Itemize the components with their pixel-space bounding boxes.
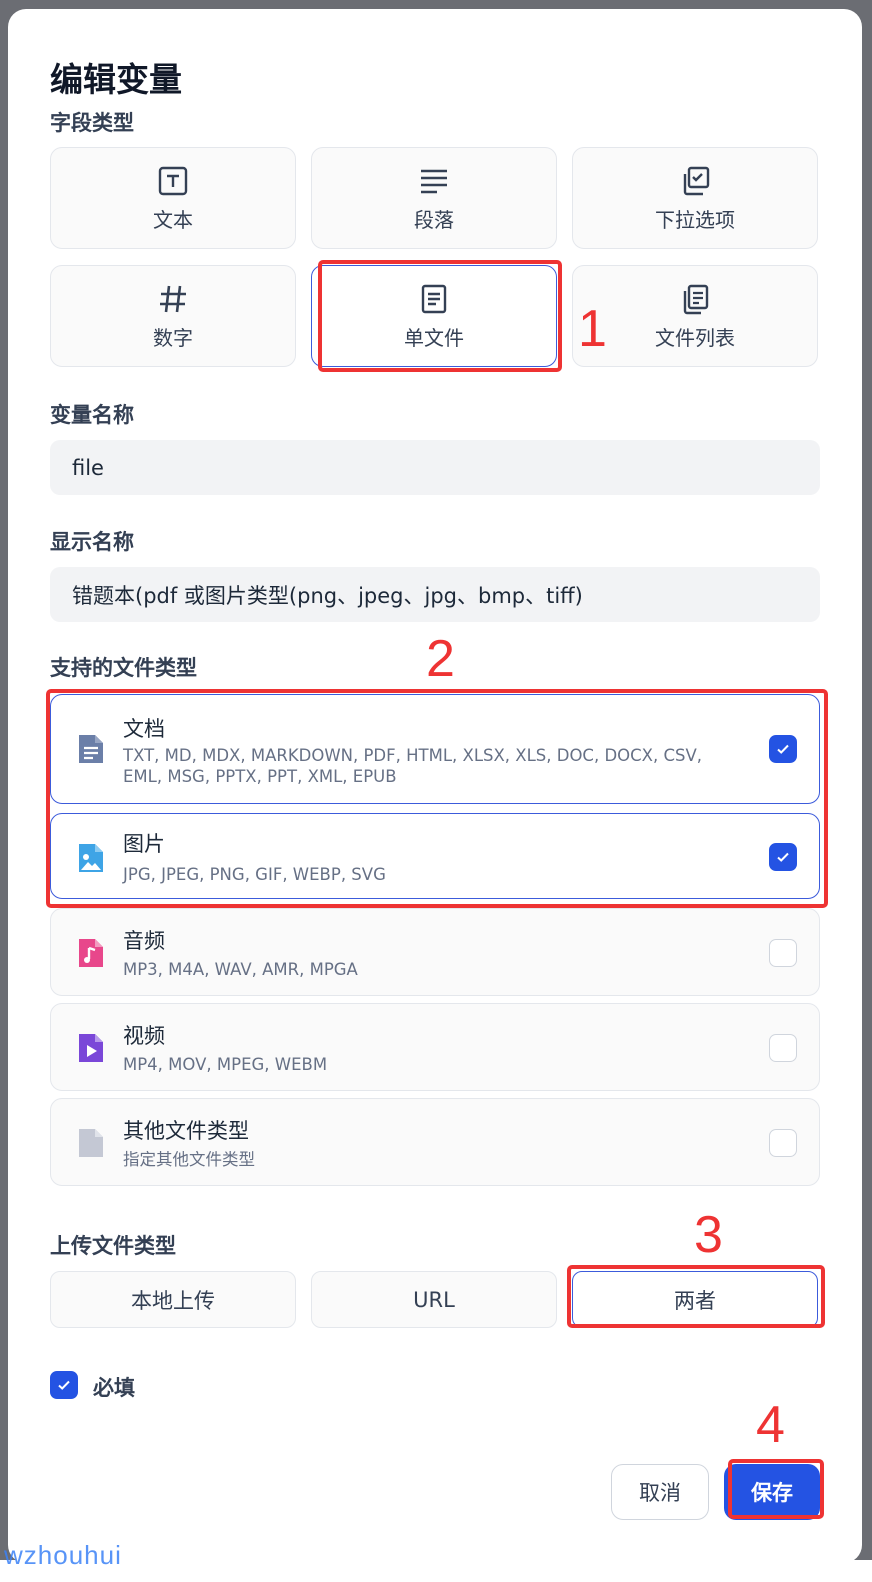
check-icon [777,852,789,862]
paragraph-lines-icon [417,164,451,198]
audio-icon [77,937,105,969]
file-type-document-checkbox[interactable] [769,735,797,763]
file-types-label: 支持的文件类型 [50,656,197,680]
display-name-label: 显示名称 [50,530,134,554]
page-backdrop-bottom [0,1560,872,1582]
edit-variable-dialog: 编辑变量 字段类型 文本 段落 下拉选项 数字 单文件 文件列表 变量名称 fi… [8,9,862,1563]
variable-name-input[interactable]: file [50,440,820,495]
file-type-audio-checkbox[interactable] [769,939,797,967]
annotation-number-3: 3 [694,1206,723,1264]
image-icon [77,842,105,874]
annotation-number-1: 1 [578,300,607,358]
field-type-single-file-label: 单文件 [404,325,464,350]
check-icon [58,1380,70,1390]
dialog-title: 编辑变量 [50,60,182,99]
file-type-video-name: 视频 [123,1024,165,1048]
required-checkbox[interactable] [50,1371,78,1399]
save-button[interactable]: 保存 [724,1464,820,1520]
file-type-audio-desc: MP3, M4A, WAV, AMR, MPGA [123,960,358,979]
file-type-image-checkbox[interactable] [769,843,797,871]
field-type-file-list[interactable]: 文件列表 [572,265,818,367]
field-type-number-label: 数字 [153,325,193,350]
field-type-single-file[interactable]: 单文件 [311,265,557,367]
field-type-label: 字段类型 [50,111,134,135]
hash-icon [156,282,190,316]
field-type-dropdown[interactable]: 下拉选项 [572,147,818,249]
video-icon [77,1032,105,1064]
annotation-number-4: 4 [756,1396,785,1454]
file-type-document-desc: TXT, MD, MDX, MARKDOWN, PDF, HTML, XLSX,… [123,746,702,786]
field-type-text[interactable]: 文本 [50,147,296,249]
upload-type-label: 上传文件类型 [50,1234,176,1258]
field-type-file-list-label: 文件列表 [655,325,735,350]
field-type-number[interactable]: 数字 [50,265,296,367]
file-type-audio-name: 音频 [123,929,165,953]
variable-name-label: 变量名称 [50,403,134,427]
file-type-image-name: 图片 [123,832,165,856]
annotation-number-2: 2 [426,630,455,688]
field-type-paragraph-label: 段落 [414,207,454,232]
file-type-other-name: 其他文件类型 [123,1119,249,1143]
file-icon [417,282,451,316]
watermark-text: wzhouhui [4,1540,122,1570]
file-type-audio[interactable]: 音频 MP3, M4A, WAV, AMR, MPGA [50,908,820,996]
dropdown-options-icon [678,164,712,198]
file-type-document[interactable]: 文档 TXT, MD, MDX, MARKDOWN, PDF, HTML, XL… [50,694,820,804]
file-type-other[interactable]: 其他文件类型 指定其他文件类型 [50,1098,820,1186]
file-type-other-desc: 指定其他文件类型 [123,1150,255,1169]
document-icon [77,733,105,765]
upload-type-url[interactable]: URL [311,1271,557,1328]
field-type-paragraph[interactable]: 段落 [311,147,557,249]
check-icon [777,744,789,754]
file-type-other-checkbox[interactable] [769,1129,797,1157]
upload-type-local[interactable]: 本地上传 [50,1271,296,1328]
required-label: 必填 [93,1376,135,1400]
file-type-image[interactable]: 图片 JPG, JPEG, PNG, GIF, WEBP, SVG [50,813,820,899]
field-type-text-label: 文本 [153,207,193,232]
display-name-input[interactable]: 错题本(pdf 或图片类型(png、jpeg、jpg、bmp、tiff) [50,567,820,622]
file-type-image-desc: JPG, JPEG, PNG, GIF, WEBP, SVG [123,865,386,884]
file-type-video-checkbox[interactable] [769,1034,797,1062]
cancel-button[interactable]: 取消 [611,1464,709,1520]
file-list-icon [678,282,712,316]
file-type-document-name: 文档 [123,717,165,741]
generic-file-icon [77,1127,105,1159]
file-type-video-desc: MP4, MOV, MPEG, WEBM [123,1055,328,1074]
text-box-icon [156,164,190,198]
field-type-dropdown-label: 下拉选项 [655,207,735,232]
file-type-video[interactable]: 视频 MP4, MOV, MPEG, WEBM [50,1003,820,1091]
upload-type-both[interactable]: 两者 [572,1271,818,1328]
